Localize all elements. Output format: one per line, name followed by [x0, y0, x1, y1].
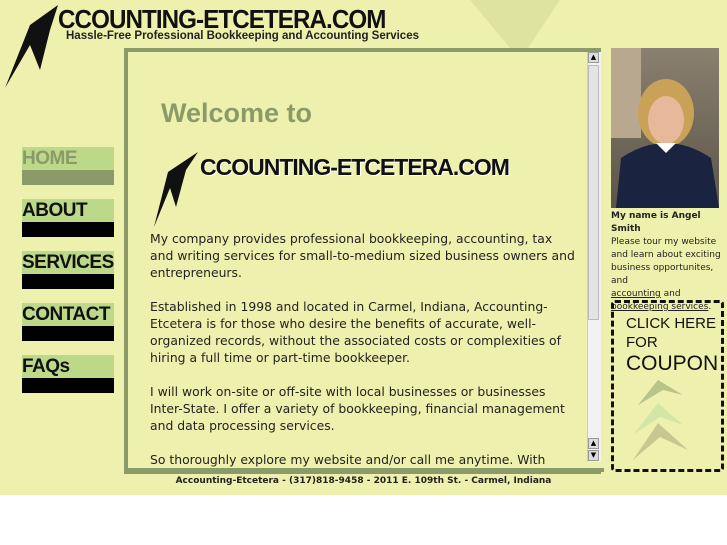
scroll-up-button[interactable]: ▲: [588, 438, 599, 449]
scrollbar-thumb[interactable]: [588, 65, 599, 320]
welcome-logo: CCOUNTING-ETCETERA.COM: [200, 154, 510, 180]
bio-name: My name is Angel Smith: [611, 211, 701, 234]
welcome-heading: Welcome to: [161, 98, 313, 128]
paragraph: My company provides professional bookkee…: [150, 231, 575, 280]
nav-home[interactable]: HOME: [22, 147, 114, 185]
logo-arrow-icon: [5, 5, 58, 88]
accounting-link[interactable]: accounting: [611, 289, 661, 299]
nav-bar: [22, 222, 114, 237]
intro-text: My company provides professional bookkee…: [150, 230, 575, 470]
coupon-line: CLICK HERE: [626, 315, 717, 332]
nav-bar: [22, 378, 114, 393]
divider: [124, 468, 604, 472]
nav-bar: [22, 170, 114, 185]
nav-about[interactable]: ABOUT: [22, 199, 114, 237]
coupon-line: FOR: [626, 334, 658, 351]
nav-label: SERVICES: [22, 251, 114, 274]
scroll-down-button[interactable]: ▼: [588, 450, 599, 461]
nav-label: CONTACT: [22, 303, 114, 326]
paragraph: I will work on-site or off-site with loc…: [150, 384, 565, 433]
nav-services[interactable]: SERVICES: [22, 251, 114, 289]
bio-and: and: [663, 289, 681, 299]
scroll-up-button[interactable]: ▲: [588, 52, 599, 63]
bio-text: Please tour my website and learn about e…: [611, 237, 721, 286]
tagline: Hassle-Free Professional Bookkeeping and…: [66, 30, 419, 42]
coupon-button[interactable]: CLICK HERE FOR COUPON: [611, 300, 724, 472]
arrows-icon: [633, 380, 688, 460]
nav-bar: [22, 326, 114, 341]
paragraph: Established in 1998 and located in Carme…: [150, 299, 561, 365]
nav-label: FAQs: [22, 355, 114, 378]
nav-faqs[interactable]: FAQs: [22, 355, 114, 393]
footer-address: Accounting-Etcetera - (317)818-9458 - 20…: [175, 476, 552, 486]
coupon-line: COUPON: [626, 352, 719, 375]
nav-label: ABOUT: [22, 199, 114, 222]
content-panel: Welcome to CCOUNTING-ETCETERA.COM My com…: [124, 48, 601, 474]
page: CCOUNTING-ETCETERA.COM Hassle-Free Profe…: [0, 0, 727, 495]
nav-label: HOME: [22, 147, 114, 170]
nav-contact[interactable]: CONTACT: [22, 303, 114, 341]
bio: My name is Angel Smith Please tour my we…: [611, 210, 727, 314]
nav-bar: [22, 274, 114, 289]
profile-photo: [611, 48, 719, 208]
